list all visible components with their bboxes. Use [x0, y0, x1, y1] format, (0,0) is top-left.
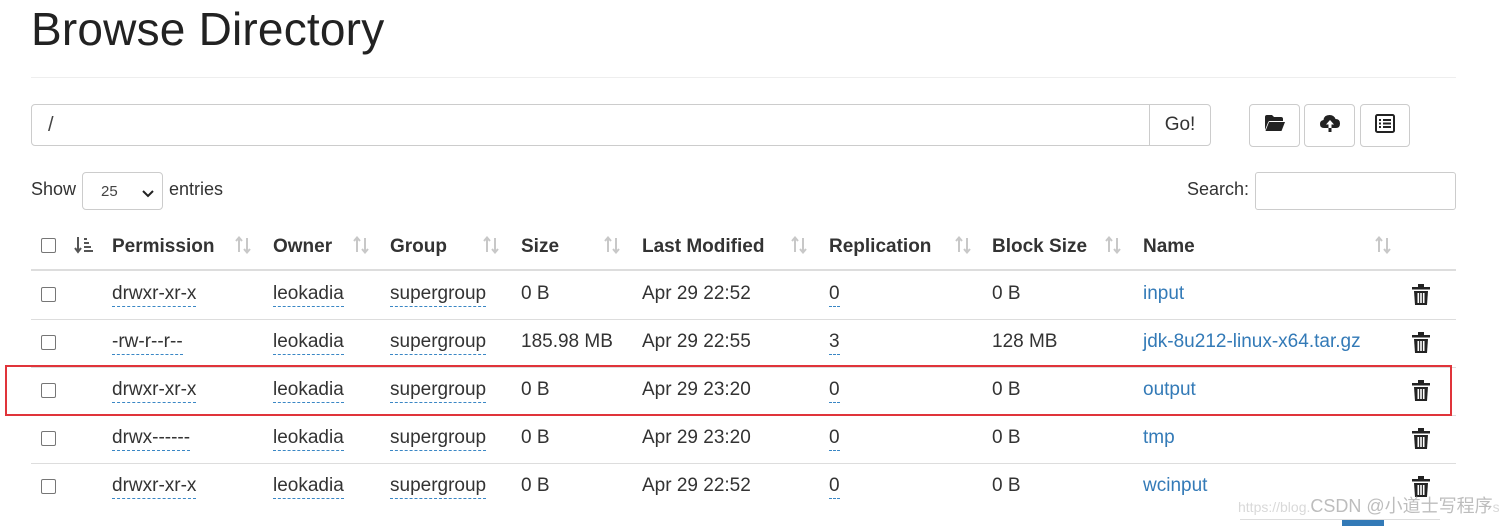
- table-row: drwx------ leokadia supergroup 0 B Apr 2…: [31, 415, 1456, 463]
- trash-icon[interactable]: [1412, 332, 1430, 358]
- column-header-permission[interactable]: Permission: [112, 236, 214, 258]
- group-cell[interactable]: supergroup: [390, 427, 487, 451]
- row-checkbox[interactable]: [41, 335, 56, 350]
- entries-label: entries: [169, 179, 224, 199]
- size-cell: 0 B: [521, 427, 550, 448]
- page-title: Browse Directory: [31, 3, 385, 55]
- permission-cell[interactable]: -rw-r--r--: [112, 331, 183, 355]
- owner-cell[interactable]: leokadia: [273, 475, 344, 499]
- sort-both-icon: [482, 235, 500, 259]
- size-cell: 185.98 MB: [521, 331, 613, 352]
- group-cell[interactable]: supergroup: [390, 331, 487, 355]
- column-header-owner[interactable]: Owner: [273, 236, 332, 258]
- replication-cell[interactable]: 0: [829, 475, 840, 499]
- column-header-replication[interactable]: Replication: [829, 236, 931, 258]
- title-divider: [31, 77, 1456, 78]
- row-checkbox[interactable]: [41, 287, 56, 302]
- owner-cell[interactable]: leokadia: [273, 283, 344, 307]
- sort-both-icon: [1104, 235, 1122, 259]
- cloud-upload-icon: [1319, 113, 1341, 138]
- watermark-suffix: ss: [1492, 499, 1499, 515]
- pagination-active-page[interactable]: [1342, 520, 1384, 526]
- replication-cell[interactable]: 0: [829, 283, 840, 307]
- column-header-name[interactable]: Name: [1143, 236, 1195, 258]
- owner-cell[interactable]: leokadia: [273, 331, 344, 355]
- block-size-cell: 0 B: [992, 475, 1021, 496]
- sort-both-icon: [1374, 235, 1392, 259]
- block-size-cell: 0 B: [992, 283, 1021, 304]
- table-row: drwxr-xr-x leokadia supergroup 0 B Apr 2…: [31, 271, 1456, 319]
- entries-per-page-value: 25: [101, 182, 118, 200]
- last-modified-cell: Apr 29 22:52: [642, 475, 751, 496]
- column-header-size[interactable]: Size: [521, 236, 559, 258]
- owner-cell[interactable]: leokadia: [273, 379, 344, 403]
- column-header-group[interactable]: Group: [390, 236, 447, 258]
- last-modified-cell: Apr 29 23:20: [642, 427, 751, 448]
- path-input[interactable]: [31, 104, 1150, 146]
- sort-both-icon: [352, 235, 370, 259]
- table-row: drwxr-xr-x leokadia supergroup 0 B Apr 2…: [31, 367, 1456, 415]
- size-cell: 0 B: [521, 283, 550, 304]
- group-cell[interactable]: supergroup: [390, 283, 487, 307]
- cut-paste-button[interactable]: [1360, 104, 1410, 147]
- replication-cell[interactable]: 3: [829, 331, 840, 355]
- last-modified-cell: Apr 29 23:20: [642, 379, 751, 400]
- upload-button[interactable]: [1304, 104, 1355, 147]
- search-label: Search:: [1187, 179, 1250, 199]
- size-cell: 0 B: [521, 475, 550, 496]
- table-row: -rw-r--r-- leokadia supergroup 185.98 MB…: [31, 319, 1456, 367]
- select-all-checkbox[interactable]: [41, 238, 56, 253]
- name-link[interactable]: tmp: [1143, 427, 1175, 449]
- block-size-cell: 128 MB: [992, 331, 1058, 352]
- block-size-cell: 0 B: [992, 427, 1021, 448]
- watermark: https://blog.CSDN @小道士写程序ss: [1238, 492, 1499, 518]
- group-cell[interactable]: supergroup: [390, 475, 487, 499]
- row-checkbox[interactable]: [41, 383, 56, 398]
- group-cell[interactable]: supergroup: [390, 379, 487, 403]
- permission-cell[interactable]: drwxr-xr-x: [112, 283, 197, 307]
- size-cell: 0 B: [521, 379, 550, 400]
- name-link[interactable]: output: [1143, 379, 1196, 401]
- entries-per-page-select[interactable]: 25: [82, 172, 163, 210]
- name-link[interactable]: wcinput: [1143, 475, 1207, 497]
- folder-open-icon: [1264, 114, 1286, 137]
- chevron-down-icon: [142, 185, 154, 202]
- column-header-block-size[interactable]: Block Size: [992, 236, 1087, 258]
- watermark-text: CSDN @小道士写程序: [1310, 496, 1493, 516]
- show-label: Show: [31, 179, 77, 199]
- trash-icon[interactable]: [1412, 380, 1430, 406]
- name-link[interactable]: input: [1143, 283, 1184, 305]
- replication-cell[interactable]: 0: [829, 379, 840, 403]
- search-input[interactable]: [1255, 172, 1456, 210]
- permission-cell[interactable]: drwxr-xr-x: [112, 475, 197, 499]
- sort-both-icon: [790, 235, 808, 259]
- owner-cell[interactable]: leokadia: [273, 427, 344, 451]
- name-link[interactable]: jdk-8u212-linux-x64.tar.gz: [1143, 331, 1361, 353]
- trash-icon[interactable]: [1412, 284, 1430, 310]
- sort-both-icon: [234, 235, 252, 259]
- sort-desc-icon[interactable]: [74, 236, 94, 259]
- row-checkbox[interactable]: [41, 431, 56, 446]
- column-header-last-modified[interactable]: Last Modified: [642, 236, 764, 258]
- row-checkbox[interactable]: [41, 479, 56, 494]
- trash-icon[interactable]: [1412, 428, 1430, 454]
- list-alt-icon: [1375, 113, 1395, 138]
- pagination: [1240, 519, 1440, 526]
- watermark-prefix: https://blog.: [1238, 499, 1311, 515]
- permission-cell[interactable]: drwxr-xr-x: [112, 379, 197, 403]
- permission-cell[interactable]: drwx------: [112, 427, 191, 451]
- sort-both-icon: [603, 235, 621, 259]
- go-button[interactable]: Go!: [1149, 104, 1211, 146]
- create-directory-button[interactable]: [1249, 104, 1300, 147]
- block-size-cell: 0 B: [992, 379, 1021, 400]
- last-modified-cell: Apr 29 22:55: [642, 331, 751, 352]
- sort-both-icon: [954, 235, 972, 259]
- last-modified-cell: Apr 29 22:52: [642, 283, 751, 304]
- replication-cell[interactable]: 0: [829, 427, 840, 451]
